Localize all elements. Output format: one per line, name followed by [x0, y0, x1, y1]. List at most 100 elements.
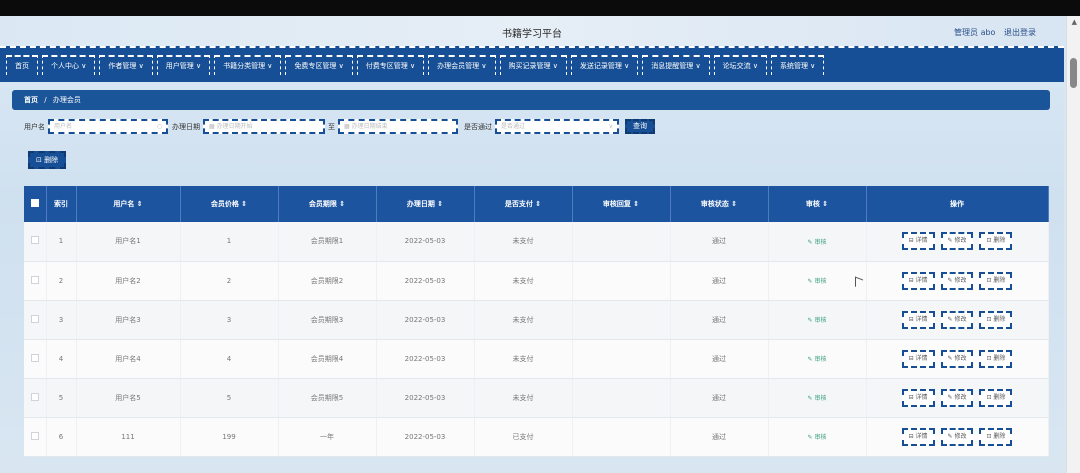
cell-index: 1 [46, 222, 77, 262]
batch-delete-label: 删除 [44, 156, 59, 164]
cell-term: 会员期限1 [278, 222, 377, 262]
table-row: 5 用户名5 5 会员期限5 2022-05-03 未支付 通过 ✎ 审核 ⊟ 详情 ✎ 修改 ⊡ … [24, 378, 1049, 418]
nav-message-reminders[interactable]: 消息提醒管理 ∨ [642, 55, 710, 75]
detail-icon: ⊟ [908, 432, 916, 440]
membership-table: 索引 用户名 ⇕ 会员价格 ⇕ 会员期限 ⇕ 办理日期 ⇕ 是否支付 ⇕ 审核回… [24, 186, 1049, 457]
cell-actions: ⊟ 详情 ✎ 修改 ⊡ 删除 [866, 378, 1049, 418]
cell-status: 通过 [670, 339, 769, 379]
col-actions: 操作 [866, 186, 1049, 222]
col-paid[interactable]: 是否支付 ⇕ [474, 186, 573, 222]
delete-button[interactable]: ⊡ 删除 [979, 232, 1013, 251]
audit-link[interactable]: ✎ 审核 [808, 356, 827, 363]
logout-link[interactable]: 退出登录 [1004, 28, 1036, 37]
to-label: 至 [328, 122, 335, 131]
username-label: 用户名 [24, 122, 45, 131]
row-checkbox[interactable] [24, 417, 47, 457]
audit-link[interactable]: ✎ 审核 [808, 317, 827, 324]
detail-icon: ⊟ [908, 276, 916, 284]
nav-book-category-management[interactable]: 书籍分类管理 ∨ [214, 55, 282, 75]
audit-link[interactable]: ✎ 审核 [808, 434, 827, 441]
edit-button[interactable]: ✎ 修改 [940, 349, 974, 368]
nav-personal-center[interactable]: 个人中心 ∨ [42, 55, 96, 75]
delete-label: 删除 [993, 432, 1006, 440]
table-row: 2 用户名2 2 会员期限2 2022-05-03 未支付 通过 ✎ 审核 ⊟ 详情 ✎ 修改 ⊡ … [24, 261, 1049, 301]
cell-audit: ✎ 审核 [768, 417, 867, 457]
cell-index: 2 [46, 261, 77, 301]
detail-button[interactable]: ⊟ 详情 [901, 388, 935, 407]
nav-author-management[interactable]: 作者管理 ∨ [99, 55, 153, 75]
nav-paid-zone-management[interactable]: 付费专区管理 ∨ [356, 55, 425, 75]
paid-select[interactable]: 是否通过 ∨ [495, 119, 619, 134]
nav-membership-management[interactable]: 办理会员管理 ∨ [428, 55, 496, 75]
detail-button[interactable]: ⊟ 详情 [901, 349, 935, 368]
cell-date: 2022-05-03 [376, 261, 475, 301]
row-checkbox[interactable] [24, 300, 47, 340]
cell-audit: ✎ 审核 [768, 339, 867, 379]
audit-link[interactable]: ✎ 审核 [808, 239, 827, 246]
nav-home[interactable]: 首页 [6, 55, 38, 75]
breadcrumb-current: 办理会员 [52, 96, 81, 104]
detail-button[interactable]: ⊟ 详情 [901, 310, 935, 329]
delete-label: 删除 [993, 354, 1006, 362]
cell-username: 用户名4 [76, 339, 181, 379]
delete-button[interactable]: ⊡ 删除 [979, 349, 1013, 368]
row-checkbox[interactable] [24, 378, 47, 418]
col-reply[interactable]: 审核回复 ⇕ [572, 186, 671, 222]
nav-free-zone-management[interactable]: 免费专区管理 ∨ [285, 55, 353, 75]
col-date[interactable]: 办理日期 ⇕ [376, 186, 475, 222]
delete-button[interactable]: ⊡ 删除 [979, 310, 1013, 329]
username-input[interactable]: 用户名 ○ [48, 119, 168, 134]
col-audit[interactable]: 审核 ⇕ [768, 186, 867, 222]
row-checkbox[interactable] [24, 261, 47, 301]
detail-button[interactable]: ⊟ 详情 [901, 427, 935, 446]
audit-link[interactable]: ✎ 审核 [808, 395, 827, 402]
cell-reply [572, 417, 671, 457]
edit-button[interactable]: ✎ 修改 [940, 388, 974, 407]
nav-user-management[interactable]: 用户管理 ∨ [156, 55, 211, 75]
cell-actions: ⊟ 详情 ✎ 修改 ⊡ 删除 [866, 261, 1049, 301]
top-black-bar [0, 0, 1080, 16]
detail-button[interactable]: ⊟ 详情 [901, 232, 935, 251]
cell-username: 用户名3 [76, 300, 181, 340]
col-username[interactable]: 用户名 ⇕ [76, 186, 181, 222]
cell-price: 5 [180, 378, 279, 418]
cell-username: 用户名2 [76, 261, 181, 301]
main-nav: 首页 个人中心 ∨ 作者管理 ∨ 用户管理 ∨ 书籍分类管理 ∨ 免费专区管理 … [0, 46, 1064, 82]
cell-paid: 未支付 [474, 339, 573, 379]
detail-button[interactable]: ⊟ 详情 [901, 271, 935, 290]
delete-button[interactable]: ⊡ 删除 [979, 271, 1013, 290]
batch-delete-button[interactable]: ⊡ 删除 [28, 151, 67, 169]
edit-label: 修改 [954, 393, 967, 401]
cell-index: 4 [46, 339, 77, 379]
nav-send-records[interactable]: 发送记录管理 ∨ [570, 55, 639, 75]
date-start-input[interactable]: ▦ 办理日期开始 [203, 119, 325, 134]
select-all-checkbox[interactable] [24, 186, 47, 222]
edit-button[interactable]: ✎ 修改 [940, 232, 974, 251]
cell-username: 用户名1 [76, 222, 181, 262]
nav-purchase-records[interactable]: 购买记录管理 ∨ [499, 55, 567, 75]
row-checkbox[interactable] [24, 339, 47, 379]
detail-label: 详情 [915, 432, 928, 440]
delete-button[interactable]: ⊡ 删除 [979, 388, 1013, 407]
date-end-input[interactable]: ▦ 办理日期结束 [338, 119, 458, 134]
nav-system-management[interactable]: 系统管理 ∨ [770, 55, 825, 75]
cell-reply [572, 261, 671, 301]
scroll-thumb[interactable] [1070, 58, 1077, 88]
query-button[interactable]: 查询 [625, 119, 655, 134]
cell-term: 会员期限2 [278, 261, 377, 301]
col-price[interactable]: 会员价格 ⇕ [180, 186, 279, 222]
edit-button[interactable]: ✎ 修改 [940, 271, 974, 290]
scroll-up-icon[interactable]: ▲ [1072, 18, 1077, 26]
row-checkbox[interactable] [24, 222, 47, 262]
breadcrumb-home[interactable]: 首页 [24, 96, 38, 104]
audit-link[interactable]: ✎ 审核 [808, 278, 827, 285]
col-status[interactable]: 审核状态 ⇕ [670, 186, 769, 222]
nav-forum[interactable]: 论坛交流 ∨ [713, 55, 767, 75]
cell-reply [572, 378, 671, 418]
audit-link-label: 审核 [814, 434, 827, 441]
edit-button[interactable]: ✎ 修改 [940, 427, 974, 446]
cell-actions: ⊟ 详情 ✎ 修改 ⊡ 删除 [866, 222, 1049, 262]
edit-button[interactable]: ✎ 修改 [940, 310, 974, 329]
col-term[interactable]: 会员期限 ⇕ [278, 186, 377, 222]
delete-button[interactable]: ⊡ 删除 [979, 427, 1013, 446]
